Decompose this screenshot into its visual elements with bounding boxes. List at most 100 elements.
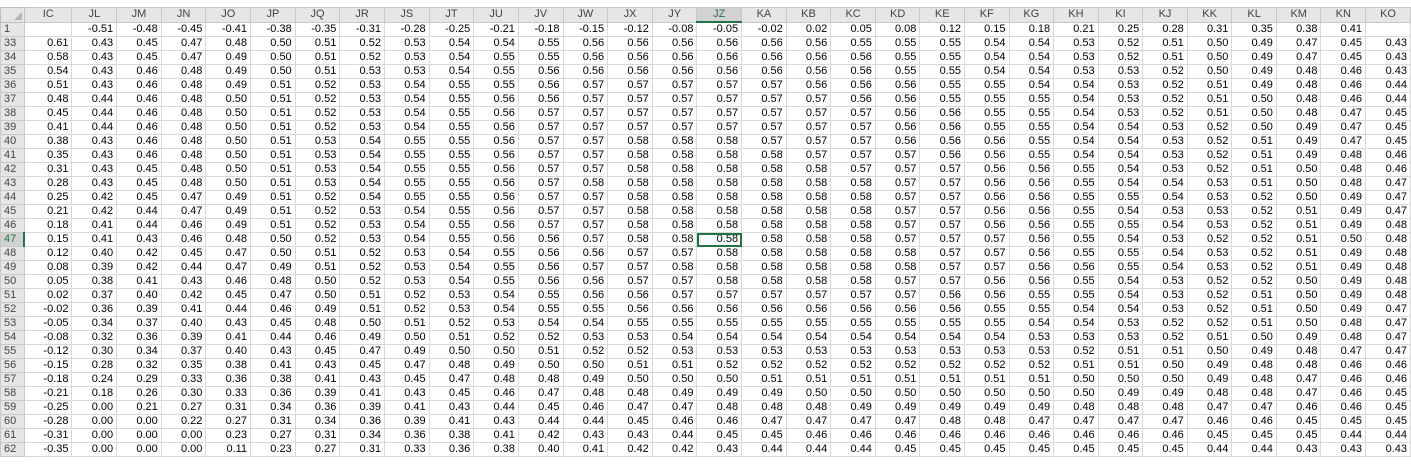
column-header-js[interactable]: JS	[383, 7, 430, 23]
cell-jn54[interactable]: 0.39	[160, 330, 207, 345]
cell-jl53[interactable]: 0.34	[71, 316, 118, 331]
row-header-39[interactable]: 39	[0, 120, 25, 135]
cell-jq54[interactable]: 0.46	[294, 330, 341, 345]
cell-kg44[interactable]: 0.56	[1008, 190, 1055, 205]
cell-ko62[interactable]: 0.43	[1365, 442, 1411, 457]
cell-kd62[interactable]: 0.45	[874, 442, 921, 457]
cell-kn54[interactable]: 0.48	[1320, 330, 1367, 345]
cell-jv57[interactable]: 0.48	[517, 372, 564, 387]
cell-ko55[interactable]: 0.47	[1365, 344, 1411, 359]
cell-jr39[interactable]: 0.53	[339, 120, 385, 135]
cell-ko43[interactable]: 0.47	[1365, 176, 1411, 191]
cell-jl57[interactable]: 0.24	[71, 372, 118, 387]
cell-kg57[interactable]: 0.51	[1008, 372, 1055, 387]
cell-jw56[interactable]: 0.50	[562, 358, 609, 373]
cell-jv45[interactable]: 0.57	[517, 204, 564, 219]
cell-kg38[interactable]: 0.55	[1008, 106, 1055, 121]
cell-kk61[interactable]: 0.45	[1186, 428, 1233, 443]
cell-jq34[interactable]: 0.51	[294, 50, 341, 65]
cell-jq45[interactable]: 0.52	[294, 204, 341, 219]
cell-jz60[interactable]: 0.46	[696, 414, 743, 429]
cell-jq48[interactable]: 0.51	[294, 246, 341, 261]
cell-kf59[interactable]: 0.49	[963, 400, 1010, 415]
cell-jy45[interactable]: 0.58	[651, 204, 698, 219]
cell-ka56[interactable]: 0.52	[741, 358, 787, 373]
cell-jw34[interactable]: 0.56	[562, 50, 609, 65]
cell-kb37[interactable]: 0.57	[785, 92, 832, 107]
cell-jl51[interactable]: 0.37	[71, 288, 118, 303]
cell-jx48[interactable]: 0.57	[607, 246, 653, 261]
cell-km46[interactable]: 0.51	[1275, 218, 1322, 233]
cell-kk53[interactable]: 0.52	[1186, 316, 1233, 331]
cell-jm36[interactable]: 0.46	[116, 78, 162, 93]
cell-ic33[interactable]: 0.61	[23, 36, 73, 51]
column-header-jq[interactable]: JQ	[294, 7, 341, 23]
cell-kg36[interactable]: 0.54	[1008, 78, 1055, 93]
cell-kg1[interactable]: 0.18	[1008, 21, 1055, 37]
cell-jq41[interactable]: 0.53	[294, 148, 341, 163]
cell-kb57[interactable]: 0.51	[785, 372, 832, 387]
cell-ke43[interactable]: 0.57	[919, 176, 965, 191]
cell-kd55[interactable]: 0.53	[874, 344, 921, 359]
cell-jx59[interactable]: 0.47	[607, 400, 653, 415]
cell-jn38[interactable]: 0.48	[160, 106, 207, 121]
cell-jn51[interactable]: 0.42	[160, 288, 207, 303]
cell-jz57[interactable]: 0.50	[696, 372, 743, 387]
cell-jw58[interactable]: 0.48	[562, 386, 609, 401]
cell-js43[interactable]: 0.55	[383, 176, 430, 191]
cell-kk40[interactable]: 0.52	[1186, 134, 1233, 149]
cell-ka38[interactable]: 0.57	[741, 106, 787, 121]
cell-jl35[interactable]: 0.43	[71, 64, 118, 79]
cell-jw51[interactable]: 0.56	[562, 288, 609, 303]
cell-jm39[interactable]: 0.46	[116, 120, 162, 135]
cell-kk62[interactable]: 0.44	[1186, 442, 1233, 457]
cell-jr55[interactable]: 0.47	[339, 344, 385, 359]
cell-jw61[interactable]: 0.43	[562, 428, 609, 443]
cell-jm54[interactable]: 0.36	[116, 330, 162, 345]
cell-kc52[interactable]: 0.56	[830, 302, 876, 317]
cell-kd37[interactable]: 0.56	[874, 92, 921, 107]
cell-jo46[interactable]: 0.49	[205, 218, 252, 233]
cell-ic40[interactable]: 0.38	[23, 134, 73, 149]
cell-kc37[interactable]: 0.56	[830, 92, 876, 107]
row-header-62[interactable]: 62	[0, 442, 25, 457]
cell-kn61[interactable]: 0.44	[1320, 428, 1367, 443]
cell-ki33[interactable]: 0.52	[1097, 36, 1144, 51]
cell-kn52[interactable]: 0.49	[1320, 302, 1367, 317]
cell-kf42[interactable]: 0.56	[963, 162, 1010, 177]
cell-ju60[interactable]: 0.43	[473, 414, 519, 429]
cell-kd59[interactable]: 0.49	[874, 400, 921, 415]
cell-kh58[interactable]: 0.50	[1053, 386, 1099, 401]
cell-jp39[interactable]: 0.51	[250, 120, 296, 135]
cell-jo53[interactable]: 0.43	[205, 316, 252, 331]
cell-kg53[interactable]: 0.54	[1008, 316, 1055, 331]
cell-kj43[interactable]: 0.54	[1142, 176, 1188, 191]
cell-kc46[interactable]: 0.58	[830, 218, 876, 233]
cell-ju55[interactable]: 0.50	[473, 344, 519, 359]
cell-jt47[interactable]: 0.55	[428, 232, 475, 247]
cell-ic53[interactable]: -0.05	[23, 316, 73, 331]
cell-ke52[interactable]: 0.56	[919, 302, 965, 317]
cell-jt62[interactable]: 0.36	[428, 442, 475, 457]
cell-kg46[interactable]: 0.56	[1008, 218, 1055, 233]
cell-jy58[interactable]: 0.49	[651, 386, 698, 401]
cell-kj58[interactable]: 0.49	[1142, 386, 1188, 401]
cell-kc35[interactable]: 0.56	[830, 64, 876, 79]
cell-jw35[interactable]: 0.56	[562, 64, 609, 79]
cell-jy49[interactable]: 0.58	[651, 260, 698, 275]
cell-jn48[interactable]: 0.45	[160, 246, 207, 261]
cell-ke1[interactable]: 0.12	[919, 21, 965, 37]
cell-km35[interactable]: 0.48	[1275, 64, 1322, 79]
cell-km51[interactable]: 0.50	[1275, 288, 1322, 303]
cell-kh49[interactable]: 0.56	[1053, 260, 1099, 275]
cell-kd53[interactable]: 0.55	[874, 316, 921, 331]
cell-jz35[interactable]: 0.56	[696, 64, 743, 79]
cell-ka37[interactable]: 0.57	[741, 92, 787, 107]
cell-ko59[interactable]: 0.45	[1365, 400, 1411, 415]
cell-ke56[interactable]: 0.52	[919, 358, 965, 373]
cell-ka62[interactable]: 0.44	[741, 442, 787, 457]
cell-jo61[interactable]: 0.23	[205, 428, 252, 443]
cell-jy44[interactable]: 0.58	[651, 190, 698, 205]
cell-ic58[interactable]: -0.21	[23, 386, 73, 401]
cell-ko42[interactable]: 0.46	[1365, 162, 1411, 177]
